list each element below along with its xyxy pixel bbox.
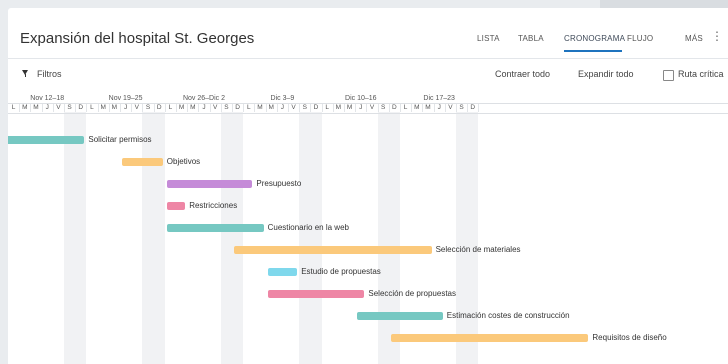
week-label: Dic 17–23	[423, 95, 455, 102]
filter-icon-stem	[25, 74, 26, 77]
task-bar[interactable]	[267, 290, 365, 298]
critical-path-checkbox[interactable]	[663, 70, 674, 81]
day-letter: M	[414, 104, 420, 111]
task-bar[interactable]	[390, 334, 589, 342]
weekend-column	[64, 112, 87, 364]
app-window: Expansión del hospital St. Georges LISTA…	[8, 8, 728, 364]
day-letter: M	[111, 104, 118, 111]
day-letter: D	[78, 104, 84, 111]
collapse-all-button[interactable]: Contraer todo	[495, 69, 550, 79]
week-label: Dic 10–16	[345, 95, 377, 102]
day-letter: D	[313, 104, 319, 111]
tab-mas[interactable]: MÁS	[685, 34, 703, 43]
task-bar[interactable]	[166, 224, 264, 232]
task-bar[interactable]	[122, 158, 163, 166]
day-letter: M	[33, 104, 39, 111]
task-bar[interactable]	[166, 180, 253, 188]
expand-all-button[interactable]: Expandir todo	[578, 69, 634, 79]
task-label[interactable]: Estudio de propuestas	[301, 267, 381, 276]
view-tabs: LISTA TABLA CRONOGRAMA FLUJO MÁS	[8, 34, 728, 50]
task-label[interactable]: Solicitar permisos	[88, 135, 151, 144]
day-letter: D	[235, 104, 240, 111]
day-letter: M	[335, 104, 342, 111]
weekend-column	[220, 112, 244, 364]
day-letter: M	[346, 104, 353, 111]
week-label: Nov 19–25	[108, 95, 143, 102]
filter-button[interactable]: Filtros	[37, 69, 62, 79]
day-letter: V	[291, 104, 296, 111]
day-letter: J	[123, 104, 128, 111]
tab-lista[interactable]: LISTA	[477, 34, 500, 43]
day-letter: M	[257, 104, 263, 111]
day-letter: D	[470, 104, 476, 111]
tab-flujo[interactable]: FLUJO	[627, 34, 653, 43]
day-letter: M	[268, 104, 274, 111]
day-letter: V	[369, 104, 375, 111]
day-letter: S	[224, 104, 229, 111]
day-letter: L	[90, 104, 94, 111]
weekend-column	[377, 112, 400, 364]
day-letter: J	[280, 104, 285, 111]
week-label: Nov 12–18	[30, 95, 65, 102]
day-letter: J	[202, 104, 206, 111]
week-label: Dic 3–9	[270, 95, 295, 102]
more-options-icon[interactable]: ⋮	[711, 30, 723, 42]
day-letter: M	[190, 104, 196, 111]
day-letter: S	[381, 104, 386, 111]
task-label[interactable]: Presupuesto	[256, 179, 301, 188]
task-bar[interactable]	[234, 246, 432, 254]
day-letter: L	[11, 104, 16, 111]
day-letter: J	[45, 104, 49, 111]
task-label[interactable]: Selección de propuestas	[368, 289, 456, 298]
task-bar[interactable]	[8, 136, 85, 144]
task-label[interactable]: Cuestionario en la web	[268, 223, 349, 232]
weekend-column	[299, 112, 322, 364]
day-letter: V	[56, 104, 61, 111]
task-bar[interactable]	[166, 202, 186, 210]
task-bar[interactable]	[357, 312, 443, 320]
weekend-column	[456, 112, 479, 364]
day-letter: V	[134, 104, 139, 111]
day-letter: S	[302, 104, 307, 111]
tab-tabla[interactable]: TABLA	[518, 34, 544, 43]
task-label[interactable]: Selección de materiales	[436, 245, 521, 254]
day-letter: M	[100, 104, 106, 111]
day-letter: D	[156, 104, 162, 111]
day-letter: S	[67, 104, 72, 111]
weekend-column	[142, 112, 165, 364]
critical-path-label: Ruta crítica	[678, 69, 724, 79]
day-separator	[478, 104, 480, 112]
task-bar[interactable]	[267, 268, 298, 276]
day-letter: V	[213, 104, 218, 111]
task-label[interactable]: Objetivos	[167, 157, 200, 166]
day-letter: L	[403, 104, 408, 111]
day-letter: L	[325, 104, 329, 111]
header-divider	[8, 58, 728, 59]
day-letter: D	[392, 104, 397, 111]
task-label[interactable]: Requisitos de diseño	[592, 333, 666, 342]
day-letter: V	[448, 104, 453, 111]
day-letter: J	[359, 104, 363, 111]
active-tab-indicator	[564, 50, 622, 52]
day-letter: S	[459, 104, 464, 111]
day-letter: L	[168, 104, 173, 111]
day-letter: M	[22, 104, 28, 111]
day-letter: M	[178, 104, 185, 111]
week-label: Nov 26–Dic 2	[182, 95, 226, 102]
day-letter: L	[246, 104, 251, 111]
day-letter: M	[425, 104, 431, 111]
tab-cronograma[interactable]: CRONOGRAMA	[564, 34, 625, 43]
day-letter: S	[145, 104, 151, 111]
task-label[interactable]: Estimación costes de construcción	[447, 311, 570, 320]
day-letter: J	[437, 104, 441, 111]
task-label[interactable]: Restricciones	[189, 201, 237, 210]
